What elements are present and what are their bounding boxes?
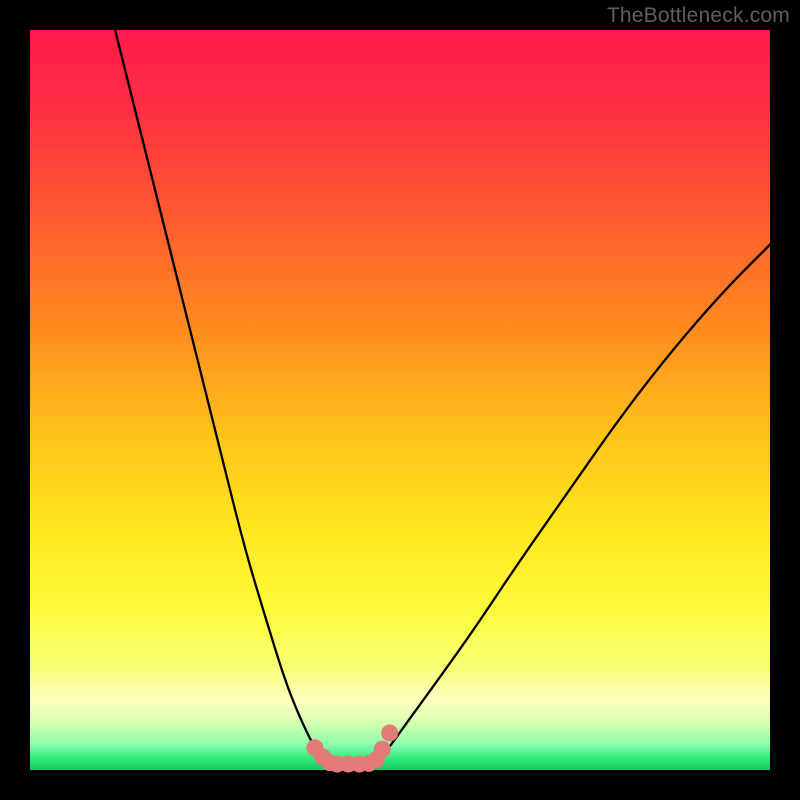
marker-point: [381, 725, 398, 742]
bottleneck-chart: [0, 0, 800, 800]
watermark-label: TheBottleneck.com: [607, 4, 790, 28]
heat-gradient-background: [30, 30, 770, 770]
chart-stage: TheBottleneck.com: [0, 0, 800, 800]
marker-point: [374, 741, 391, 758]
